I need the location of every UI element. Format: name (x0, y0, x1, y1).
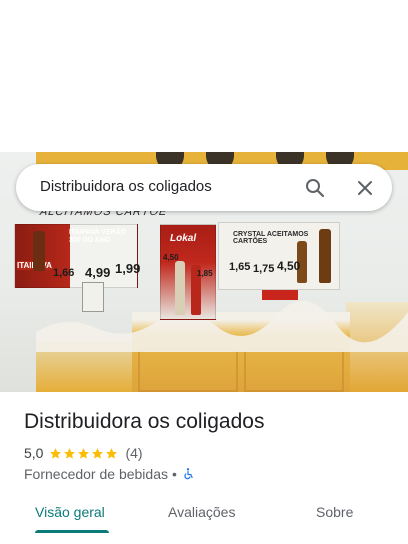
price-7: 1,75 (253, 263, 275, 275)
star-icon (78, 447, 90, 459)
active-tab-indicator (35, 530, 109, 533)
review-count[interactable]: (4) (125, 445, 142, 461)
search-icon[interactable] (303, 176, 327, 200)
star-icon (92, 447, 104, 459)
photo-meter-box (82, 282, 104, 312)
price-1: 1,66 (53, 267, 75, 279)
poster-lokal: Lokal 4,50 1,85 (160, 224, 216, 320)
rating-row[interactable]: 5,0 (4) (24, 444, 143, 462)
rating-value: 5,0 (24, 445, 44, 461)
star-icon (50, 447, 62, 459)
map-blank-area (0, 0, 408, 152)
place-title: Distribuidora os coligados (24, 410, 265, 433)
price-4: 4,50 (163, 253, 179, 262)
price-8: 4,50 (277, 259, 301, 273)
rating-stars (49, 447, 119, 460)
price-5: 1,85 (197, 269, 213, 278)
category-row: Fornecedor de bebidas • (24, 465, 195, 483)
tab-about[interactable]: Sobre (316, 504, 353, 520)
photo-sticker (262, 290, 298, 300)
close-icon[interactable] (353, 176, 377, 200)
poster-lokal-brand: Lokal (170, 233, 197, 244)
place-category: Fornecedor de bebidas (24, 466, 168, 482)
tab-reviews[interactable]: Avaliações (168, 504, 235, 520)
price-2: 4,99 (85, 265, 111, 280)
poster-itaipava: ITAIPAVA VERÃO 300 DO ANO ITAIPAVA 1,66 … (14, 224, 141, 288)
poster-crystal: CRYSTAL ACEITAMOS CARTÕES 1,65 1,75 4,50 (218, 222, 340, 290)
separator-dot: • (172, 466, 177, 482)
price-6: 1,65 (229, 261, 251, 273)
tab-overview[interactable]: Visão geral (35, 504, 105, 520)
star-icon (106, 447, 118, 459)
search-query[interactable]: Distribuidora os coligados (40, 178, 212, 195)
wheelchair-icon (184, 468, 193, 480)
search-bar[interactable]: Distribuidora os coligados (16, 164, 392, 211)
star-icon (64, 447, 76, 459)
poster-itaipava-label: ITAIPAVA VERÃO 300 DO ANO (69, 229, 127, 244)
price-3: 1,99 (115, 261, 141, 276)
place-tabs: Visão geral Avaliações Sobre (0, 496, 408, 536)
